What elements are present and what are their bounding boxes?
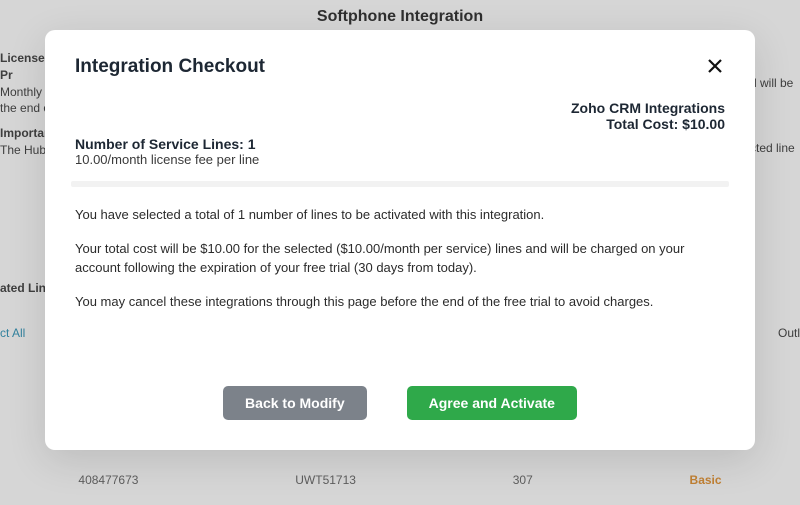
product-name: Zoho CRM Integrations — [75, 100, 725, 116]
close-icon — [707, 62, 723, 77]
section-divider — [71, 181, 729, 187]
modal-title: Integration Checkout — [75, 56, 265, 78]
modal-body: You have selected a total of 1 number of… — [75, 205, 725, 325]
summary-paragraph-3: You may cancel these integrations throug… — [75, 292, 725, 312]
summary-paragraph-1: You have selected a total of 1 number of… — [75, 205, 725, 225]
service-lines-count: Number of Service Lines: 1 — [75, 136, 725, 152]
close-button[interactable] — [705, 56, 725, 76]
checkout-modal: Integration Checkout Zoho CRM Integratio… — [45, 30, 755, 450]
summary-paragraph-2: Your total cost will be $10.00 for the s… — [75, 239, 725, 278]
license-fee-label: 10.00/month license fee per line — [75, 152, 725, 167]
agree-and-activate-button[interactable]: Agree and Activate — [407, 386, 577, 420]
modal-actions: Back to Modify Agree and Activate — [75, 376, 725, 420]
total-cost: Total Cost: $10.00 — [75, 116, 725, 132]
back-to-modify-button[interactable]: Back to Modify — [223, 386, 367, 420]
